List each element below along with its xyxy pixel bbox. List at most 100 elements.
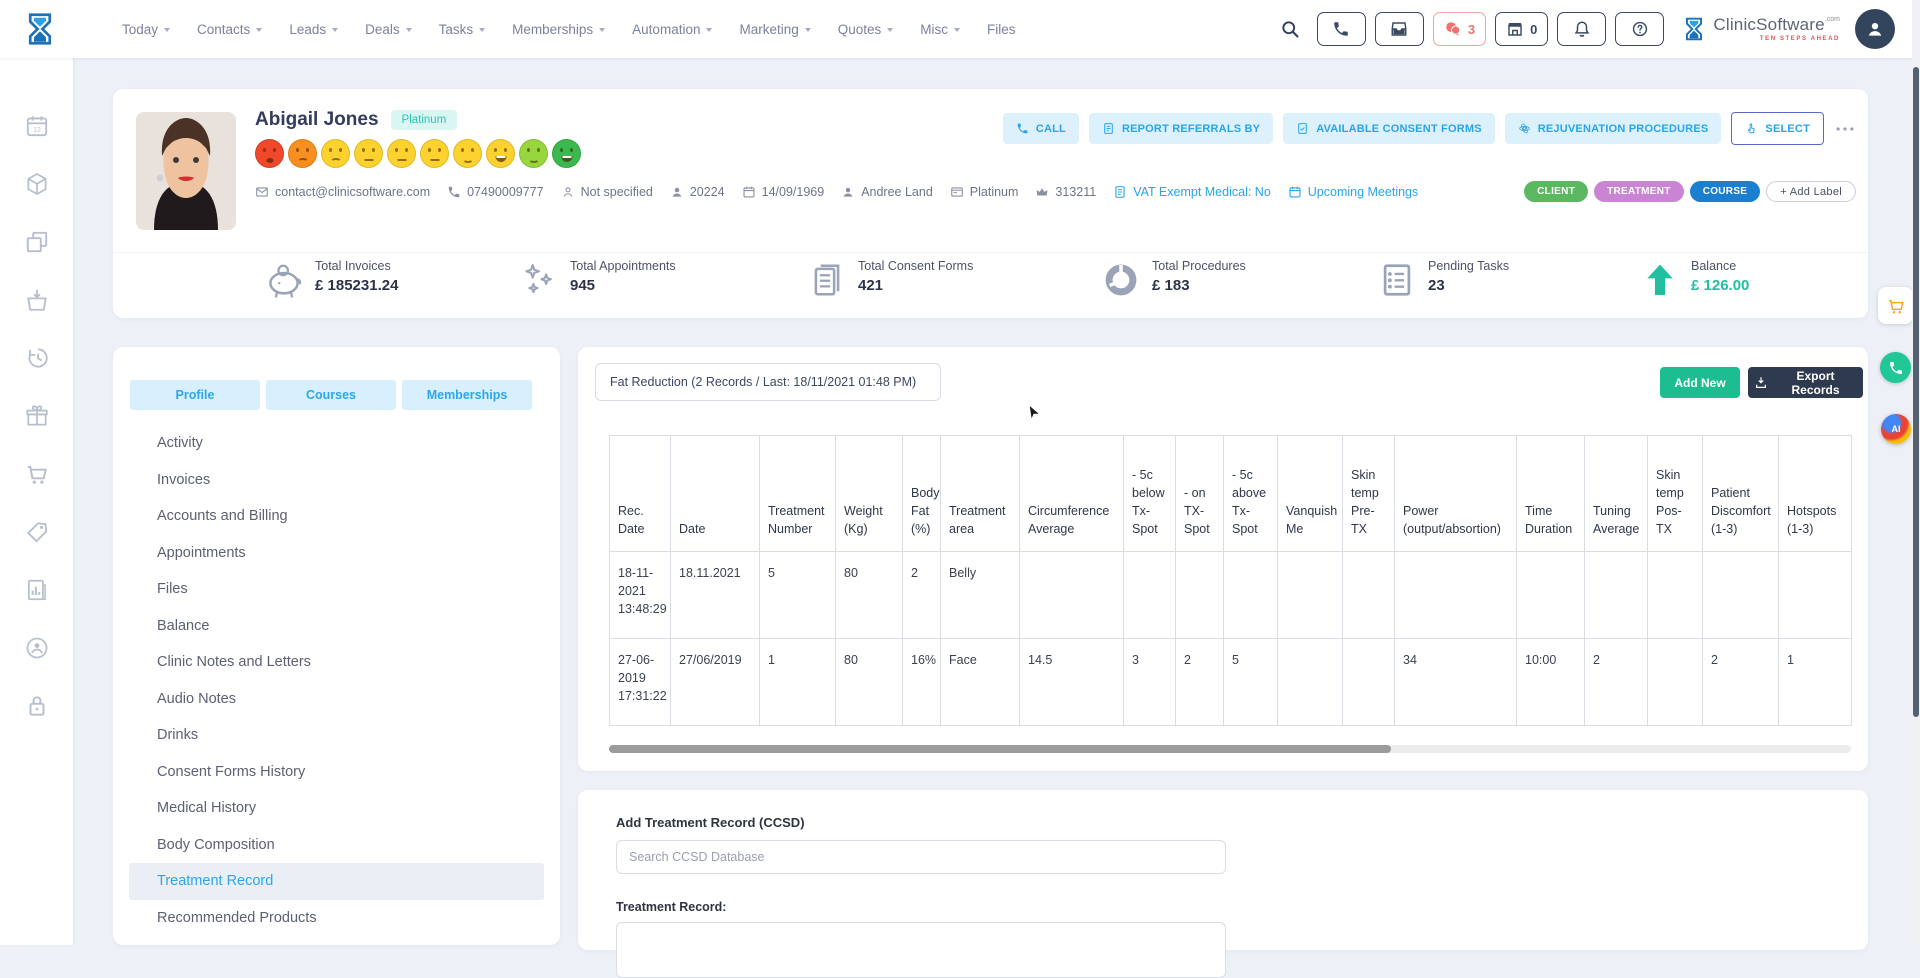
- table-cell: [1517, 552, 1585, 639]
- nav-item-contacts[interactable]: Contacts: [197, 22, 262, 37]
- report-referrals-by-button[interactable]: REPORT REFERRALS BY: [1089, 113, 1273, 144]
- store-button[interactable]: 0: [1495, 12, 1548, 46]
- history-icon[interactable]: [24, 345, 50, 371]
- scrollbar-thumb[interactable]: [1913, 67, 1919, 717]
- tab-profile[interactable]: Profile: [130, 380, 260, 410]
- record-selector[interactable]: Fat Reduction (2 Records / Last: 18/11/2…: [595, 363, 941, 401]
- floating-ai-button[interactable]: AI: [1881, 414, 1911, 444]
- table-cell: 1: [760, 639, 836, 726]
- sidebar-item-consent-forms-history[interactable]: Consent Forms History: [129, 754, 544, 791]
- sparkles-icon: [520, 261, 558, 299]
- client-info-upcoming-meetings[interactable]: Upcoming Meetings: [1288, 185, 1418, 199]
- inbox-button[interactable]: [1375, 12, 1424, 46]
- sidebar-item-recommended-products[interactable]: Recommended Products: [129, 900, 544, 937]
- user-avatar[interactable]: [1855, 9, 1895, 49]
- tab-courses[interactable]: Courses: [266, 380, 396, 410]
- sidebar-item-files[interactable]: Files: [129, 571, 544, 608]
- chat-button[interactable]: 3: [1433, 12, 1486, 46]
- nav-item-quotes[interactable]: Quotes: [838, 22, 894, 37]
- scrollbar-thumb[interactable]: [609, 745, 1391, 753]
- sidebar-item-treatment-record[interactable]: Treatment Record: [129, 863, 544, 900]
- add-new-button[interactable]: Add New: [1660, 367, 1740, 398]
- nav-item-automation[interactable]: Automation: [632, 22, 712, 37]
- mood-emoji-7[interactable]: [453, 139, 482, 168]
- column-header-5c-below-tx-spot: - 5c below Tx- Spot: [1124, 436, 1176, 552]
- column-header-time-duration: Time Duration: [1517, 436, 1585, 552]
- client-photo[interactable]: [136, 112, 236, 230]
- table-cell: 27-06- 2019 17:31:22: [610, 639, 671, 726]
- nav-item-memberships[interactable]: Memberships: [512, 22, 605, 37]
- cart-icon[interactable]: [24, 461, 50, 487]
- chart-doc-icon[interactable]: [24, 577, 50, 603]
- export-records-button[interactable]: Export Records: [1748, 367, 1863, 398]
- support-icon[interactable]: [24, 635, 50, 661]
- cube-icon[interactable]: [24, 171, 50, 197]
- sidebar-item-invoices[interactable]: Invoices: [129, 462, 544, 499]
- sidebar-item-appointments[interactable]: Appointments: [129, 535, 544, 572]
- mood-emoji-10[interactable]: [552, 139, 581, 168]
- floating-cart-button[interactable]: [1878, 287, 1913, 324]
- notifications-button[interactable]: [1557, 12, 1606, 46]
- nav-item-files[interactable]: Files: [987, 22, 1016, 37]
- floating-call-button[interactable]: [1880, 352, 1911, 383]
- table-horizontal-scrollbar[interactable]: [609, 745, 1851, 753]
- sidebar-item-balance[interactable]: Balance: [129, 608, 544, 645]
- badge-icon: [950, 185, 964, 199]
- person-icon: [670, 185, 684, 199]
- client-info-vat-exempt-medical-no[interactable]: VAT Exempt Medical: No: [1113, 185, 1271, 199]
- gift-icon[interactable]: [24, 403, 50, 429]
- nav-item-misc[interactable]: Misc: [920, 22, 960, 37]
- sidebar-item-audio-notes[interactable]: Audio Notes: [129, 681, 544, 718]
- mood-emoji-8[interactable]: [486, 139, 515, 168]
- chevron-down-icon: [887, 28, 893, 32]
- table-cell: [1020, 552, 1124, 639]
- sidebar-item-drinks[interactable]: Drinks: [129, 717, 544, 754]
- available-consent-forms-button[interactable]: AVAILABLE CONSENT FORMS: [1283, 113, 1495, 144]
- table-cell: 2: [903, 552, 941, 639]
- copy-icon[interactable]: [24, 229, 50, 255]
- basket-icon[interactable]: [24, 287, 50, 313]
- nav-item-leads[interactable]: Leads: [289, 22, 338, 37]
- page-vertical-scrollbar[interactable]: [1912, 0, 1920, 945]
- sidebar-item-activity[interactable]: Activity: [129, 425, 544, 462]
- dialer-button[interactable]: [1317, 12, 1366, 46]
- mood-emoji-9[interactable]: [519, 139, 548, 168]
- mood-emoji-1[interactable]: [255, 139, 284, 168]
- select-button[interactable]: SELECT: [1731, 112, 1824, 145]
- mood-emoji-2[interactable]: [288, 139, 317, 168]
- nav-item-marketing[interactable]: Marketing: [739, 22, 810, 37]
- calendar-12-icon[interactable]: 12: [24, 113, 50, 139]
- add-label-button[interactable]: + Add Label: [1766, 181, 1856, 202]
- help-button[interactable]: [1615, 12, 1664, 46]
- nav-item-tasks[interactable]: Tasks: [439, 22, 486, 37]
- client-info-andree-land: Andree Land: [841, 185, 933, 199]
- sidebar-item-body-composition[interactable]: Body Composition: [129, 827, 544, 864]
- tag-icon[interactable]: [24, 519, 50, 545]
- app-logo-icon[interactable]: [22, 7, 58, 51]
- sidebar-item-clinic-notes-and-letters[interactable]: Clinic Notes and Letters: [129, 644, 544, 681]
- search-icon[interactable]: [1280, 19, 1301, 40]
- table-cell: [1585, 552, 1648, 639]
- nav-item-today[interactable]: Today: [122, 22, 170, 37]
- ccsd-search-input[interactable]: [616, 840, 1226, 874]
- client-info-contact-clinicsoftware-com[interactable]: contact@clinicsoftware.com: [255, 185, 430, 199]
- client-contact-row: contact@clinicsoftware.com07490009777Not…: [255, 185, 1418, 199]
- table-row-1[interactable]: 18-11- 2021 13:48:2918.11.20215802Belly: [610, 552, 1852, 639]
- mood-emoji-3[interactable]: [321, 139, 350, 168]
- client-info-07490009777[interactable]: 07490009777: [447, 185, 543, 199]
- client-name: Abigail Jones: [255, 109, 379, 131]
- nav-item-deals[interactable]: Deals: [365, 22, 412, 37]
- call-button[interactable]: CALL: [1003, 113, 1079, 144]
- mood-emoji-5[interactable]: [387, 139, 416, 168]
- tab-memberships[interactable]: Memberships: [402, 380, 532, 410]
- store-count-badge: 0: [1530, 22, 1537, 37]
- treatment-record-input[interactable]: [616, 922, 1226, 978]
- rejuvenation-procedures-button[interactable]: REJUVENATION PROCEDURES: [1505, 113, 1722, 144]
- mood-emoji-4[interactable]: [354, 139, 383, 168]
- mood-emoji-6[interactable]: [420, 139, 449, 168]
- table-row-2[interactable]: 27-06- 2019 17:31:2227/06/201918016%Face…: [610, 639, 1852, 726]
- more-options-button[interactable]: [1834, 118, 1856, 140]
- lock-icon[interactable]: [24, 693, 50, 719]
- sidebar-item-accounts-and-billing[interactable]: Accounts and Billing: [129, 498, 544, 535]
- sidebar-item-medical-history[interactable]: Medical History: [129, 790, 544, 827]
